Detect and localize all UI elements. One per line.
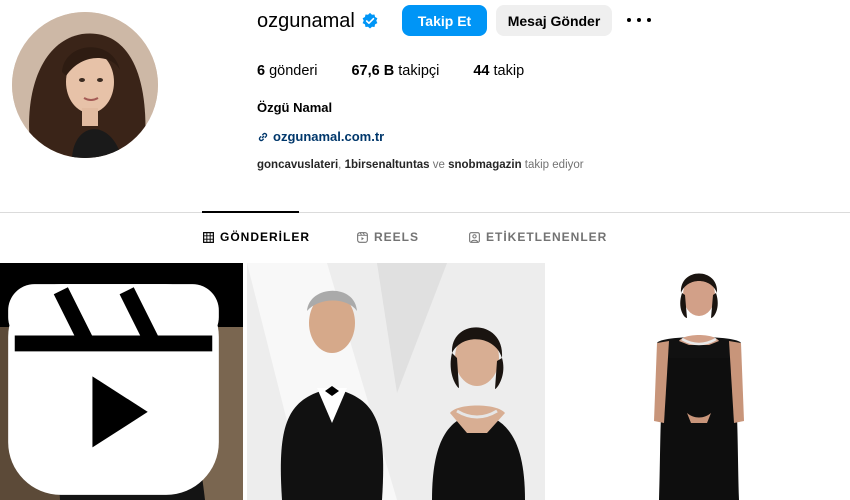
posts-label: gönderi [269,63,318,79]
profile-stats: 6 gönderi 67,6 B takipçi 44 takip [257,63,558,79]
profile-avatar[interactable] [12,12,158,158]
followed-by-user[interactable]: goncavuslateri [257,159,338,171]
followed-by-user[interactable]: snobmagazin [448,159,521,171]
post-tile[interactable] [0,263,243,500]
following-stat[interactable]: 44 takip [473,63,524,79]
message-button[interactable]: Mesaj Gönder [496,5,612,36]
full-name: Özgü Namal [257,100,333,115]
followed-by-user[interactable]: 1birsenaltuntas [345,159,430,171]
website-link[interactable]: ozgunamal.com.tr [257,129,384,144]
followed-by[interactable]: goncavuslateri, 1birsenaltuntas ve snobm… [257,159,584,171]
following-label: takip [493,63,525,79]
avatar-image [12,12,158,158]
profile-tabs: GÖNDERİLER REELS ETİKETLENENLER [0,230,850,248]
post-tile[interactable] [549,263,850,500]
followers-count: 67,6 B [351,63,395,79]
link-icon [258,132,268,141]
tab-tagged[interactable]: ETİKETLENENLER [469,230,607,244]
reels-icon [8,284,219,495]
grid-icon [203,231,214,243]
follow-button[interactable]: Takip Et [402,5,487,36]
followed-by-suffix: takip ediyor [521,159,584,171]
tab-reels[interactable]: REELS [357,230,419,244]
active-tab-indicator [202,211,299,213]
followed-by-separator: ve [429,159,449,171]
more-options-icon[interactable] [627,12,651,28]
posts-count: 6 [257,63,266,79]
username: ozgunamal [257,9,355,32]
verified-badge-icon [362,12,378,29]
tab-tagged-label: ETİKETLENENLER [486,230,608,244]
reels-icon [357,231,368,243]
website-text: ozgunamal.com.tr [273,129,385,144]
post-image [247,263,545,500]
tabs-divider [0,212,850,213]
post-tile[interactable] [247,263,545,500]
following-count: 44 [473,63,490,79]
post-image [549,263,850,500]
tab-reels-label: REELS [374,230,420,244]
posts-grid [0,263,850,500]
followers-label: takipçi [398,63,440,79]
username-row: ozgunamal [257,4,379,38]
tag-icon [469,231,480,243]
followers-stat[interactable]: 67,6 B takipçi [351,63,439,79]
tab-posts-label: GÖNDERİLER [220,230,311,244]
tab-posts[interactable]: GÖNDERİLER [203,230,310,244]
posts-stat: 6 gönderi [257,63,317,79]
